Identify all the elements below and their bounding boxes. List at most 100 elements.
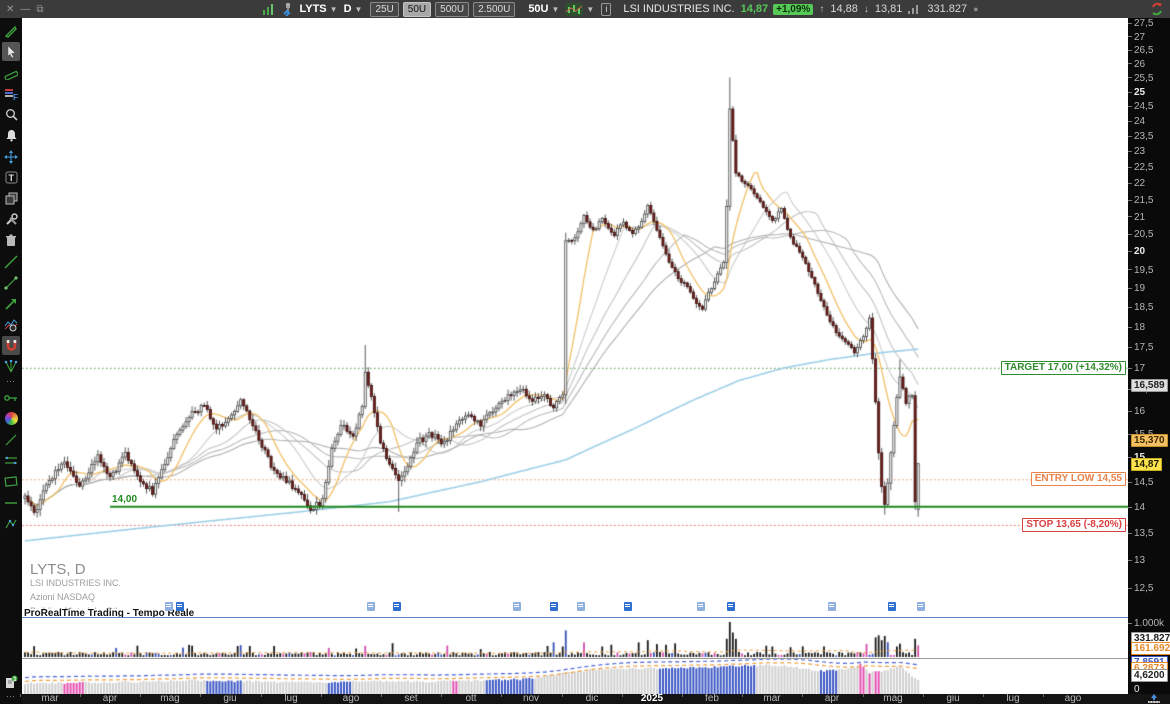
month-tick [20, 694, 21, 697]
growth-bars-icon[interactable] [262, 3, 276, 15]
time-axis[interactable]: maraprmaggiulugagosetottnovdic2025febmar… [22, 694, 1170, 704]
price-tick-label: 17,5 [1128, 342, 1153, 353]
price-tick-label: 22,5 [1128, 162, 1153, 173]
move-tool[interactable] [2, 147, 20, 166]
price-tick-label: 19,5 [1128, 265, 1153, 276]
support-level-label[interactable]: 14,00 [112, 494, 137, 505]
zoom-tool[interactable] [2, 105, 20, 124]
event-icon[interactable] [393, 602, 401, 611]
price-chart-canvas[interactable] [22, 18, 1128, 694]
refresh-icon[interactable] [1150, 2, 1164, 16]
more-tools-bottom[interactable]: ⋯ [6, 692, 16, 702]
minimize-window-icon[interactable]: ― [20, 4, 30, 15]
status-dot-icon: ● [973, 4, 978, 14]
event-icon[interactable] [697, 602, 705, 611]
parallel-tool[interactable] [2, 451, 20, 470]
price-tick-label: 22 [1128, 178, 1145, 189]
chart-area[interactable] [22, 18, 1128, 694]
settings-tool[interactable] [2, 210, 20, 229]
event-icon[interactable] [176, 602, 184, 611]
symbol-selector[interactable]: LYTS ▼ [300, 3, 338, 15]
plug-connected-icon[interactable] [282, 2, 294, 16]
month-tick [802, 694, 803, 697]
event-icon[interactable] [624, 602, 632, 611]
segment-tool[interactable] [2, 273, 20, 292]
event-icon[interactable] [828, 602, 836, 611]
ticker-high: 14,88 [830, 3, 858, 15]
chevron-down-icon: ▼ [330, 5, 338, 14]
price-tick-label: 26 [1128, 59, 1145, 70]
price-tick-label: 14 [1128, 502, 1145, 513]
event-icon[interactable] [917, 602, 925, 611]
bar-count-label: 50U [528, 3, 548, 15]
colors-tool[interactable] [2, 409, 20, 428]
stop-level-label[interactable]: STOP 13,65 (-8,20%) [1022, 518, 1126, 532]
month-label: ago [1065, 693, 1082, 704]
measure-tool[interactable] [2, 63, 20, 82]
month-tick [923, 694, 924, 697]
duplicate-tool[interactable] [2, 189, 20, 208]
price-axis[interactable]: 27,52726,52625,52524,52423,52322,52221,5… [1128, 18, 1170, 694]
indicators-tool[interactable]: F [2, 84, 20, 103]
month-label: giu [223, 693, 236, 704]
event-icon[interactable] [367, 602, 375, 611]
units-50-button[interactable]: 50U [403, 2, 431, 17]
event-icon[interactable] [727, 602, 735, 611]
alert-tool[interactable] [2, 126, 20, 145]
info-button[interactable]: i [601, 3, 611, 16]
event-icon[interactable] [888, 602, 896, 611]
close-window-icon[interactable]: ✕ [6, 4, 14, 15]
price-badge-yellow: 14,87 [1131, 458, 1162, 471]
event-icon[interactable] [165, 602, 173, 611]
jump-to-end-icon[interactable] [1146, 694, 1162, 704]
month-tick [562, 694, 563, 697]
draw-tool[interactable] [2, 21, 20, 40]
price-tick-label: 13,5 [1128, 528, 1153, 539]
month-tick [80, 694, 81, 697]
month-label: feb [705, 693, 719, 704]
price-tick-label: 24,5 [1128, 101, 1153, 112]
month-tick [742, 694, 743, 697]
color-wheel-icon [5, 412, 18, 425]
volume-bars-icon [908, 5, 918, 14]
bar-count-selector[interactable]: 50U ▼ [528, 3, 559, 15]
text-tool[interactable]: T [2, 168, 20, 187]
event-icon[interactable] [550, 602, 558, 611]
chart-style-selector[interactable]: ▼ [565, 3, 594, 16]
price-tick-label: 20 [1128, 246, 1145, 257]
timeframe-selector[interactable]: D ▼ [344, 3, 363, 15]
units-25-button[interactable]: 25U [370, 2, 398, 17]
instrument-title: LYTS, D [30, 564, 129, 575]
pattern-tool[interactable] [2, 315, 20, 334]
polyline-tool[interactable] [2, 514, 20, 533]
orders-doc-tool[interactable]: 1 [2, 672, 20, 691]
price-tick-label: 18,5 [1128, 302, 1153, 313]
month-tick [441, 694, 442, 697]
price-tick-label: 21,5 [1128, 195, 1153, 206]
units-2500-button[interactable]: 2.500U [473, 2, 515, 17]
magnet-tool[interactable] [2, 336, 20, 355]
delete-tool[interactable] [2, 231, 20, 250]
price-badge-gray: 16,589 [1131, 379, 1168, 392]
fan-tool[interactable] [2, 357, 20, 376]
target-level-label[interactable]: TARGET 17,00 (+14,32%) [1001, 361, 1126, 375]
event-icon[interactable] [577, 602, 585, 611]
ticker-last-price: 14,87 [741, 3, 769, 15]
arrow-tool[interactable] [2, 294, 20, 313]
entry-level-label[interactable]: ENTRY LOW 14,55 [1031, 472, 1126, 486]
panel-divider[interactable] [22, 658, 1170, 659]
rectangle-tool[interactable] [2, 472, 20, 491]
trendline-tool[interactable] [2, 252, 20, 271]
month-label: apr [825, 693, 839, 704]
restore-window-icon[interactable]: ⧉ [36, 4, 43, 15]
event-icon[interactable] [513, 602, 521, 611]
cursor-tool[interactable] [2, 42, 20, 61]
month-label: ago [343, 693, 360, 704]
key-tool[interactable] [2, 388, 20, 407]
panel-divider[interactable] [22, 617, 1170, 618]
hline-tool[interactable] [2, 493, 20, 512]
month-tick [983, 694, 984, 697]
units-500-button[interactable]: 500U [435, 2, 469, 17]
more-tools[interactable]: ⋯ [6, 377, 16, 387]
line-tool[interactable] [2, 430, 20, 449]
